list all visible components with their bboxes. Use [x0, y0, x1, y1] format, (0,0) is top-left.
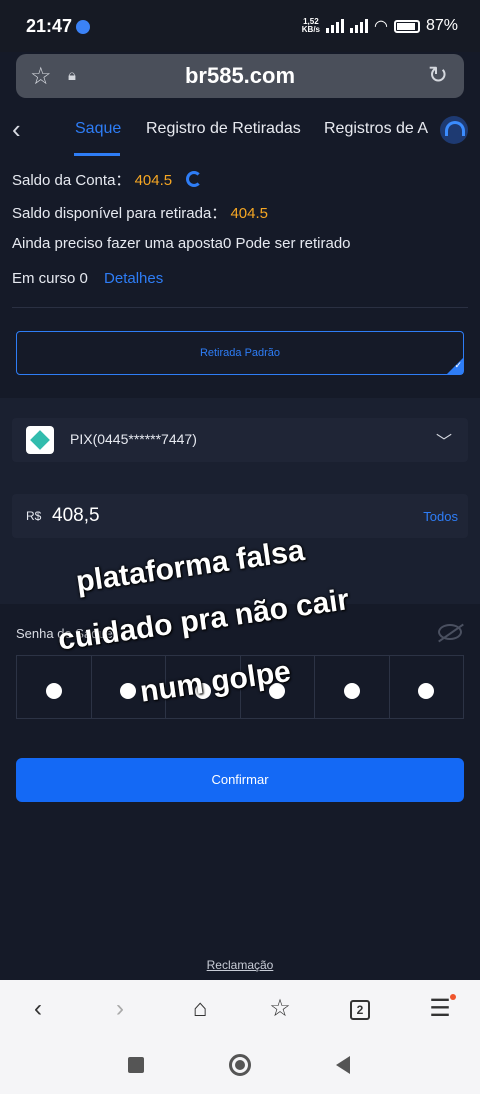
active-tab-indicator	[74, 153, 120, 156]
status-indicators: 1,52 KB/s ◠ 87%	[302, 16, 458, 36]
status-bar: 21:47 1,52 KB/s ◠ 87%	[0, 0, 480, 52]
customer-support-icon[interactable]	[440, 116, 468, 144]
tabs-button[interactable]: 2	[342, 994, 378, 1024]
available-balance-row: Saldo disponível para retirada： 404.5	[12, 202, 268, 223]
system-home-icon[interactable]	[229, 1054, 251, 1076]
bet-notice: Ainda preciso fazer uma aposta0 Pode ser…	[12, 235, 351, 252]
balance-label: Saldo da Conta：	[12, 172, 131, 189]
signal-icon	[326, 19, 344, 33]
in-progress-row: Em curso 0 Detalhes	[12, 270, 163, 287]
chevron-down-icon: ﹀	[435, 434, 452, 451]
in-progress-label: Em curso 0	[12, 270, 88, 287]
currency-symbol: R$	[26, 509, 42, 523]
tab-registro-retiradas[interactable]: Registro de Retiradas	[146, 120, 301, 138]
withdraw-all-button[interactable]: Todos	[423, 509, 458, 524]
refresh-icon[interactable]	[186, 171, 203, 187]
reload-icon[interactable]: ↻	[428, 61, 448, 90]
signal-icon-2	[350, 19, 368, 33]
pin-digit[interactable]	[17, 656, 92, 718]
pix-account-label: PIX(0445******7447)	[70, 431, 197, 447]
url-text[interactable]: br585.com	[16, 63, 464, 89]
battery-icon	[393, 19, 420, 33]
divider	[12, 307, 468, 308]
balance-value: 404.5	[134, 172, 173, 189]
pix-logo-icon	[26, 426, 54, 454]
network-speed: 1,52 KB/s	[302, 18, 320, 34]
system-back-icon[interactable]	[336, 1056, 350, 1074]
account-balance-row: Saldo da Conta： 404.5	[12, 169, 203, 190]
amount-field[interactable]: R$ Todos	[12, 494, 468, 538]
wifi-icon: ◠	[374, 18, 388, 35]
available-label: Saldo disponível para retirada：	[12, 205, 227, 222]
eye-off-icon[interactable]	[438, 624, 462, 640]
pin-digit[interactable]	[390, 656, 464, 718]
browser-forward-icon[interactable]: ›	[102, 994, 138, 1024]
available-value: 404.5	[230, 205, 269, 222]
status-time: 21:47	[26, 16, 73, 36]
back-arrow-icon[interactable]: ‹	[12, 114, 21, 145]
tab-count: 2	[350, 1000, 370, 1020]
tab-saque[interactable]: Saque	[75, 120, 121, 138]
withdraw-method-option[interactable]: Retirada Padrão	[16, 331, 464, 375]
tab-header: ‹ Saque Registro de Retiradas Registros …	[0, 104, 480, 156]
url-bar[interactable]: ☆ 🔒︎ br585.com ↻	[16, 54, 464, 98]
complaint-link[interactable]: Reclamação	[0, 958, 480, 972]
home-icon[interactable]: ⌂	[182, 994, 218, 1024]
amount-input[interactable]	[52, 502, 352, 530]
battery-percent: 87%	[425, 17, 458, 34]
menu-notification-dot	[450, 994, 456, 1000]
tab-registros-apostas[interactable]: Registros de A	[324, 120, 428, 138]
system-nav-bar	[0, 1038, 480, 1094]
confirm-button[interactable]: Confirmar	[16, 758, 464, 802]
details-link[interactable]: Detalhes	[104, 270, 163, 287]
recent-apps-icon[interactable]	[128, 1057, 144, 1073]
network-speed-unit: KB/s	[301, 25, 320, 34]
pix-account-select[interactable]: PIX(0445******7447) ﹀	[12, 418, 468, 462]
withdraw-method-label: Retirada Padrão	[199, 347, 281, 359]
bookmarks-icon[interactable]: ☆	[262, 994, 298, 1024]
browser-toolbar: ‹ › ⌂ ☆ 2 ☰	[0, 980, 480, 1038]
selected-check-icon	[447, 358, 463, 374]
pin-digit[interactable]	[315, 656, 390, 718]
notification-icon	[76, 20, 90, 34]
browser-back-icon[interactable]: ‹	[20, 994, 56, 1024]
menu-icon[interactable]: ☰	[422, 994, 458, 1024]
